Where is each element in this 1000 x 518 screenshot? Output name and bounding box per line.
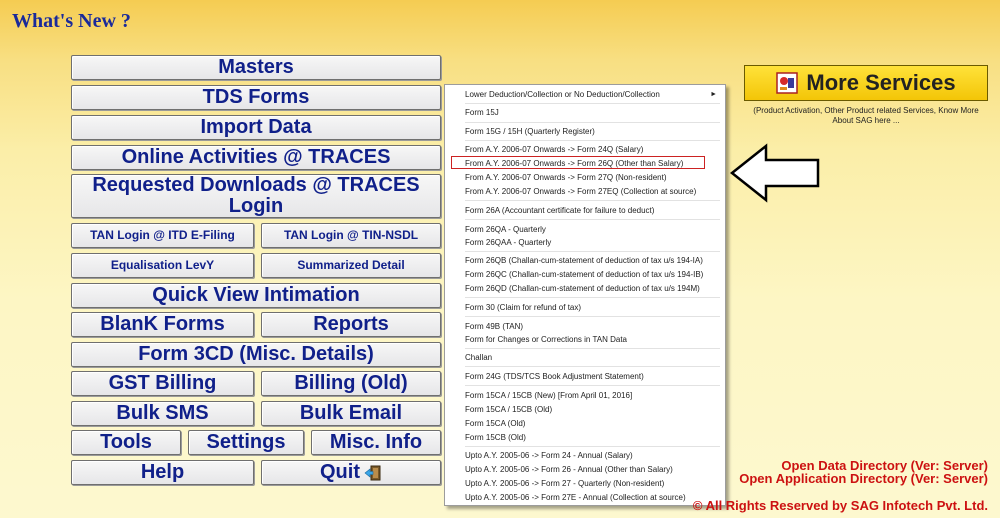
menu-item-form-49b[interactable]: Form 49B (TAN)	[445, 320, 725, 333]
reports-button[interactable]: Reports	[261, 312, 441, 337]
tds-forms-dropdown-menu: Lower Deduction/Collection or No Deducti…	[444, 84, 726, 506]
menu-item-form-26q[interactable]: From A.Y. 2006-07 Onwards -> Form 26Q (O…	[451, 156, 705, 169]
bulk-email-button[interactable]: Bulk Email	[261, 401, 441, 426]
menu-item-form-15ca-15cb-old[interactable]: Form 15CA / 15CB (Old)	[445, 403, 725, 416]
quit-button[interactable]: Quit	[261, 460, 441, 485]
menu-item-form-15j[interactable]: Form 15J	[445, 106, 725, 119]
quit-door-icon	[364, 464, 382, 482]
tools-button[interactable]: Tools	[71, 430, 181, 455]
menu-separator	[465, 385, 720, 386]
menu-separator	[465, 297, 720, 298]
billing-old-button[interactable]: Billing (Old)	[261, 371, 441, 396]
tan-login-itd-button[interactable]: TAN Login @ ITD E-Filing	[71, 223, 254, 248]
menu-item-form-24-annual[interactable]: Upto A.Y. 2005-06 -> Form 24 - Annual (S…	[445, 449, 725, 462]
menu-item-form-30[interactable]: Form 30 (Claim for refund of tax)	[445, 301, 725, 314]
menu-item-form-26qb[interactable]: Form 26QB (Challan-cum-statement of dedu…	[445, 254, 725, 267]
page-title: What's New ?	[12, 10, 131, 32]
menu-separator	[465, 251, 720, 252]
menu-separator	[465, 219, 720, 220]
masters-button[interactable]: Masters	[71, 55, 441, 80]
copyright-text: © All Rights Reserved by SAG Infotech Pv…	[692, 498, 988, 513]
quick-view-intimation-button[interactable]: Quick View Intimation	[71, 283, 441, 308]
menu-item-form-15cb-old[interactable]: Form 15CB (Old)	[445, 431, 725, 444]
more-services-logo-icon	[776, 72, 799, 94]
menu-separator	[465, 316, 720, 317]
more-services-button[interactable]: More Services	[744, 65, 988, 101]
open-application-directory-link[interactable]: Open Application Directory (Ver: Server)	[739, 471, 988, 486]
menu-separator	[465, 103, 720, 104]
more-services-description: (Product Activation, Other Product relat…	[753, 106, 979, 125]
menu-item-form-15g-15h[interactable]: Form 15G / 15H (Quarterly Register)	[445, 125, 725, 138]
menu-separator	[465, 348, 720, 349]
menu-item-form-26a[interactable]: Form 26A (Accountant certificate for fai…	[445, 204, 725, 217]
tds-forms-button[interactable]: TDS Forms	[71, 85, 441, 110]
menu-separator	[465, 122, 720, 123]
menu-item-form-27-quarterly[interactable]: Upto A.Y. 2005-06 -> Form 27 - Quarterly…	[445, 477, 725, 490]
bulk-sms-button[interactable]: Bulk SMS	[71, 401, 254, 426]
help-button[interactable]: Help	[71, 460, 254, 485]
menu-item-form-26qc[interactable]: Form 26QC (Challan-cum-statement of dedu…	[445, 268, 725, 281]
misc-info-button[interactable]: Misc. Info	[311, 430, 441, 455]
menu-item-form-26qa[interactable]: Form 26QA - Quarterly	[445, 223, 725, 236]
menu-item-form-27q[interactable]: From A.Y. 2006-07 Onwards -> Form 27Q (N…	[445, 171, 725, 184]
menu-item-form-15ca-old[interactable]: Form 15CA (Old)	[445, 417, 725, 430]
left-arrow-icon	[728, 143, 822, 208]
menu-separator	[465, 446, 720, 447]
menu-separator	[465, 140, 720, 141]
menu-item-form-26qaa[interactable]: Form 26QAA - Quarterly	[445, 236, 725, 249]
form-3cd-button[interactable]: Form 3CD (Misc. Details)	[71, 342, 441, 367]
requested-downloads-traces-button[interactable]: Requested Downloads @ TRACES Login	[71, 174, 441, 218]
menu-item-lower-deduction[interactable]: Lower Deduction/Collection or No Deducti…	[445, 88, 725, 101]
tan-login-nsdl-button[interactable]: TAN Login @ TIN-NSDL	[261, 223, 441, 248]
submenu-arrow-icon: ►	[710, 91, 717, 98]
equalisation-levy-button[interactable]: Equalisation LevY	[71, 253, 254, 278]
menu-item-form-24q[interactable]: From A.Y. 2006-07 Onwards -> Form 24Q (S…	[445, 143, 725, 156]
quit-label: Quit	[320, 461, 360, 483]
menu-item-form-26qd[interactable]: Form 26QD (Challan-cum-statement of dedu…	[445, 282, 725, 295]
menu-item-form-27e-annual[interactable]: Upto A.Y. 2005-06 -> Form 27E - Annual (…	[445, 491, 725, 504]
requested-downloads-line2: Login	[228, 195, 284, 217]
blank-forms-button[interactable]: BlanK Forms	[71, 312, 254, 337]
more-services-label: More Services	[806, 70, 956, 95]
menu-separator	[465, 366, 720, 367]
settings-button[interactable]: Settings	[188, 430, 304, 455]
online-activities-traces-button[interactable]: Online Activities @ TRACES	[71, 145, 441, 170]
gst-billing-button[interactable]: GST Billing	[71, 371, 254, 396]
menu-item-form-26-annual[interactable]: Upto A.Y. 2005-06 -> Form 26 - Annual (O…	[445, 463, 725, 476]
menu-item-form-24g[interactable]: Form 24G (TDS/TCS Book Adjustment Statem…	[445, 370, 725, 383]
menu-item-form-15ca-15cb-new[interactable]: Form 15CA / 15CB (New) [From April 01, 2…	[445, 389, 725, 402]
requested-downloads-line1: Requested Downloads @ TRACES	[92, 174, 420, 196]
import-data-button[interactable]: Import Data	[71, 115, 441, 140]
menu-separator	[465, 200, 720, 201]
menu-item-challan[interactable]: Challan	[445, 351, 725, 364]
summarized-detail-button[interactable]: Summarized Detail	[261, 253, 441, 278]
menu-item-tan-changes[interactable]: Form for Changes or Corrections in TAN D…	[445, 333, 725, 346]
menu-item-form-27eq[interactable]: From A.Y. 2006-07 Onwards -> Form 27EQ (…	[445, 185, 725, 198]
